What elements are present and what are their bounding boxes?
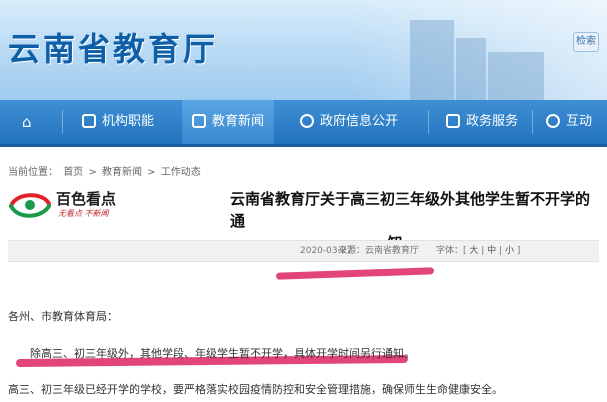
nav-item-org[interactable]: 机构职能 xyxy=(82,100,154,144)
font-size-small-button[interactable]: 小 xyxy=(505,246,514,256)
article-meta: 2020-03-27 来源：云南省教育厅 字体：[ 大 | 中 | 小 ] xyxy=(8,240,599,262)
font-size-large-button[interactable]: 大 xyxy=(469,246,478,256)
article-paragraph: 除高三、初三年级外，其他学段、年级学生暂不开学，具体开学时间另行通知。 xyxy=(30,347,415,360)
font-size-controls: 字体：[ 大 | 中 | 小 ] xyxy=(436,246,521,256)
highlight-stroke xyxy=(275,267,435,280)
main-nav: ⌂ 机构职能 教育新闻 政府信息公开 政务服务 互动 xyxy=(0,100,607,147)
nav-item-service[interactable]: 政务服务 xyxy=(446,100,518,144)
interact-icon xyxy=(546,114,560,128)
search-button[interactable]: 检索 xyxy=(573,32,599,52)
article-source: 来源：云南省教育厅 xyxy=(338,246,420,256)
nav-label: 政务服务 xyxy=(466,114,519,129)
nav-label: 互动 xyxy=(566,114,593,129)
breadcrumb-separator: > xyxy=(88,167,97,178)
news-icon xyxy=(191,114,206,128)
logo-name: 百色看点 xyxy=(56,190,117,208)
nav-label: 机构职能 xyxy=(102,114,155,129)
header-banner: 云南省教育厅 检索 xyxy=(0,0,607,100)
breadcrumb-prefix: 当前位置： xyxy=(8,167,58,178)
site-title[interactable]: 云南省教育厅 xyxy=(8,24,218,70)
banner-building xyxy=(456,38,486,100)
breadcrumb-separator: > xyxy=(147,167,156,178)
nav-divider xyxy=(62,110,63,134)
banner-building xyxy=(410,20,454,100)
org-icon xyxy=(82,114,96,128)
home-icon: ⌂ xyxy=(22,113,32,131)
breadcrumb-link[interactable]: 教育新闻 xyxy=(102,167,142,178)
baise-logo: 百色看点 无看点 不新闻 xyxy=(8,186,128,222)
breadcrumb-link[interactable]: 首页 xyxy=(63,167,83,178)
service-icon xyxy=(446,114,460,128)
nav-item-news[interactable]: 教育新闻 xyxy=(182,100,274,144)
logo-mark-icon xyxy=(9,193,51,218)
nav-item-info[interactable]: 政府信息公开 xyxy=(300,100,398,144)
nav-label: 教育新闻 xyxy=(211,114,264,129)
nav-item-interact[interactable]: 互动 xyxy=(546,100,592,144)
breadcrumb: 当前位置： 首页 > 教育新闻 > 工作动态 xyxy=(8,163,203,178)
info-icon xyxy=(300,114,314,128)
nav-divider xyxy=(532,110,533,134)
breadcrumb-link[interactable]: 工作动态 xyxy=(161,167,201,178)
nav-divider xyxy=(428,110,429,134)
nav-home[interactable]: ⌂ xyxy=(22,100,32,144)
article-title-line: 云南省教育厅关于高三初三年级外其他学生暂不开学的通 xyxy=(230,190,591,230)
banner-building xyxy=(488,52,544,100)
article-paragraph: 各州、市教育体育局： xyxy=(8,310,118,323)
article-paragraph: 高三、初三年级已经开学的学校，要严格落实校园疫情防控和安全管理措施，确保师生生命… xyxy=(8,383,503,396)
font-size-label: 字体： xyxy=(436,246,464,256)
font-size-medium-button[interactable]: 中 xyxy=(487,246,496,256)
nav-label: 政府信息公开 xyxy=(320,114,399,129)
logo-slogan: 无看点 不新闻 xyxy=(58,209,109,218)
